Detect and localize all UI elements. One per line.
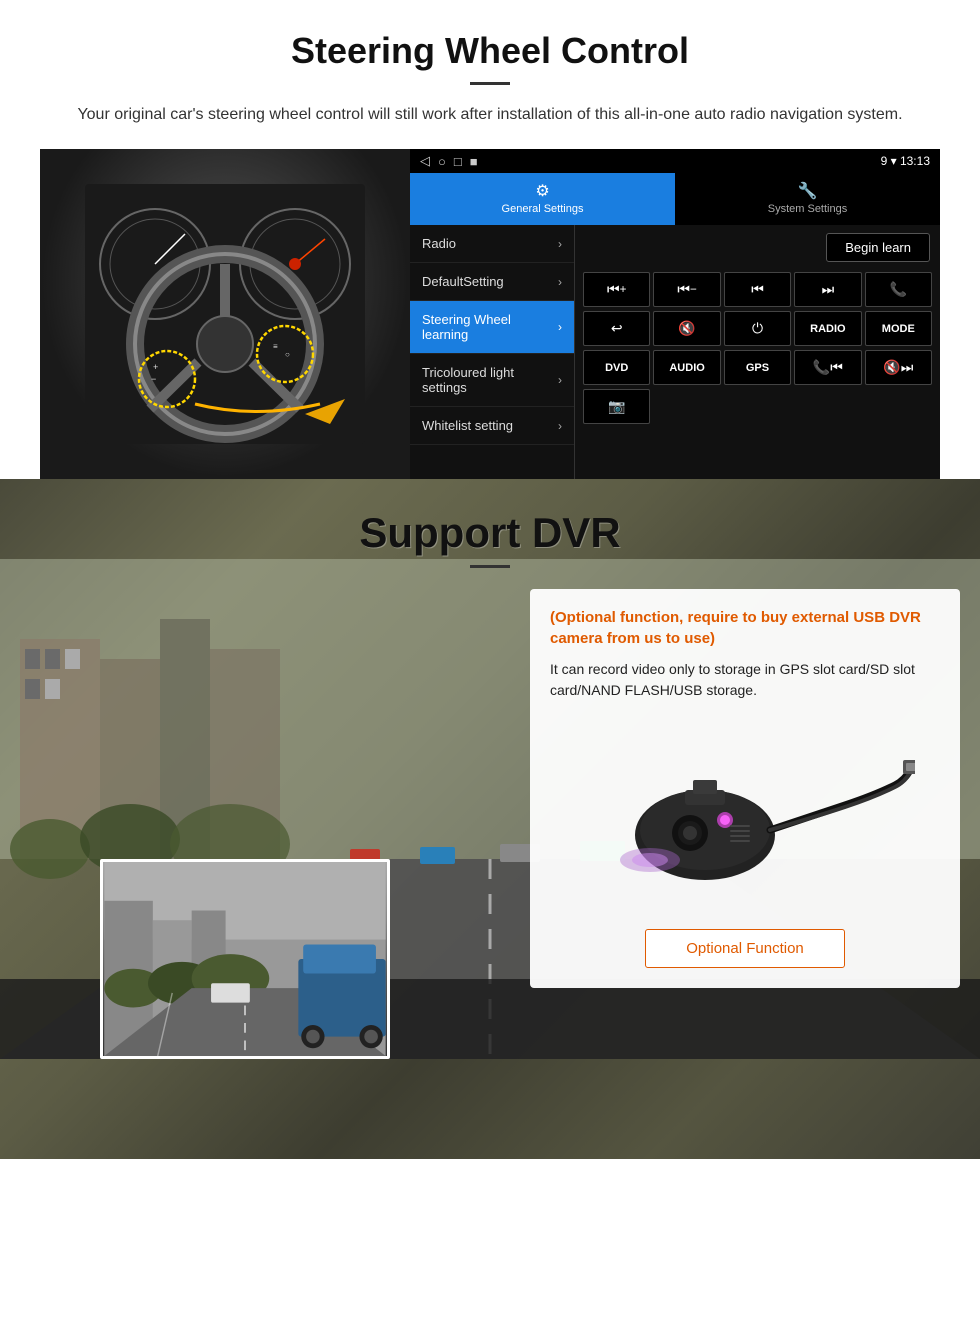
ctrl-next-track[interactable]: ⏭	[794, 272, 861, 307]
ctrl-vol-up[interactable]: ⏮+	[583, 272, 650, 307]
menu-item-radio[interactable]: Radio ›	[410, 225, 574, 263]
dvr-divider	[470, 565, 510, 568]
android-menu: Radio › DefaultSetting › Steering Wheel …	[410, 225, 575, 479]
control-grid-row4: 📷	[579, 389, 936, 424]
menu-default-label: DefaultSetting	[422, 274, 504, 289]
tab-general-settings[interactable]: ⚙ General Settings	[410, 173, 675, 225]
svg-text:○: ○	[285, 350, 290, 359]
menu-radio-label: Radio	[422, 236, 456, 251]
android-content: Radio › DefaultSetting › Steering Wheel …	[410, 225, 940, 479]
svg-text:−: −	[151, 374, 156, 384]
android-panel: Begin learn ⏮+ ⏮− ⏮ ⏭ 📞 ↩ 🔇 ⏻	[575, 225, 940, 479]
dvr-thumbnail	[100, 859, 390, 1059]
control-grid-row1: ⏮+ ⏮− ⏮ ⏭ 📞	[579, 272, 936, 307]
tab-system-settings[interactable]: 🔧 System Settings	[675, 173, 940, 225]
steering-title: Steering Wheel Control	[40, 30, 940, 72]
menu-whitelist-label: Whitelist setting	[422, 418, 513, 433]
ctrl-power[interactable]: ⏻	[724, 311, 791, 346]
steering-section: Steering Wheel Control Your original car…	[0, 0, 980, 479]
ctrl-phone[interactable]: 📞	[865, 272, 932, 307]
nav-home-icon: ○	[438, 154, 446, 169]
steering-photo: + − ≡ ○	[40, 149, 410, 479]
nav-recent-icon: □	[454, 154, 462, 169]
ctrl-audio[interactable]: AUDIO	[653, 350, 720, 385]
ctrl-mute-next[interactable]: 🔇⏭	[865, 350, 932, 385]
ctrl-prev-track[interactable]: ⏮	[724, 272, 791, 307]
tab-general-label: General Settings	[502, 203, 584, 215]
ctrl-mute[interactable]: 🔇	[653, 311, 720, 346]
ctrl-gps[interactable]: GPS	[724, 350, 791, 385]
dvr-thumbnail-svg	[100, 862, 390, 1056]
optional-function-button[interactable]: Optional Function	[645, 929, 845, 968]
android-ui: ◁ ○ □ ■ 9 ▾ 13:13 ⚙ General Settings 🔧 S…	[410, 149, 940, 479]
ctrl-camera[interactable]: 📷	[583, 389, 650, 424]
menu-item-tricoloured[interactable]: Tricoloured light settings ›	[410, 354, 574, 407]
menu-tricoloured-label: Tricoloured light settings	[422, 365, 558, 395]
menu-arrow-default: ›	[558, 275, 562, 289]
menu-arrow-radio: ›	[558, 237, 562, 251]
begin-learn-button[interactable]: Begin learn	[826, 233, 930, 262]
steering-subtitle: Your original car's steering wheel contr…	[40, 103, 940, 127]
wrench-icon: 🔧	[798, 181, 818, 201]
dvr-optional-text: (Optional function, require to buy exter…	[550, 607, 940, 649]
ctrl-vol-down[interactable]: ⏮−	[653, 272, 720, 307]
title-divider	[470, 82, 510, 85]
dvr-title: Support DVR	[0, 509, 980, 557]
ctrl-dvd[interactable]: DVD	[583, 350, 650, 385]
control-grid-row3: DVD AUDIO GPS 📞⏮ 🔇⏭	[579, 350, 936, 385]
dvr-thumb-inner	[103, 862, 387, 1056]
dvr-description: It can record video only to storage in G…	[550, 659, 940, 701]
ctrl-phone-prev[interactable]: 📞⏮	[794, 350, 861, 385]
tab-system-label: System Settings	[768, 203, 847, 215]
menu-item-steering[interactable]: Steering Wheel learning ›	[410, 301, 574, 354]
ctrl-back[interactable]: ↩	[583, 311, 650, 346]
dvr-title-area: Support DVR	[0, 479, 980, 583]
svg-text:≡: ≡	[273, 342, 278, 351]
ctrl-radio[interactable]: RADIO	[794, 311, 861, 346]
dvr-section: Support DVR (Optional function, require …	[0, 479, 980, 1159]
statusbar-time: 9 ▾ 13:13	[881, 154, 930, 168]
menu-arrow-whitelist: ›	[558, 419, 562, 433]
android-tabs: ⚙ General Settings 🔧 System Settings	[410, 173, 940, 225]
steering-wheel-svg: + − ≡ ○	[85, 184, 365, 444]
svg-text:+: +	[153, 362, 158, 372]
android-statusbar: ◁ ○ □ ■ 9 ▾ 13:13	[410, 149, 940, 173]
ctrl-mode[interactable]: MODE	[865, 311, 932, 346]
gear-icon: ⚙	[535, 181, 549, 201]
menu-arrow-steering: ›	[558, 320, 562, 334]
menu-item-whitelist[interactable]: Whitelist setting ›	[410, 407, 574, 445]
dvr-info-card: (Optional function, require to buy exter…	[530, 589, 960, 988]
begin-learn-row: Begin learn	[579, 229, 936, 268]
nav-back-icon: ◁	[420, 153, 430, 169]
statusbar-left: ◁ ○ □ ■	[420, 153, 478, 169]
control-grid-row2: ↩ 🔇 ⏻ RADIO MODE	[579, 311, 936, 346]
menu-item-default[interactable]: DefaultSetting ›	[410, 263, 574, 301]
steering-demo: + − ≡ ○ ◁ ○ □ ■	[40, 149, 940, 479]
dvr-camera-image	[550, 715, 940, 915]
nav-menu-icon: ■	[470, 154, 478, 169]
menu-steering-label: Steering Wheel learning	[422, 312, 558, 342]
dvr-camera-svg	[575, 725, 915, 905]
menu-arrow-tricoloured: ›	[558, 373, 562, 387]
